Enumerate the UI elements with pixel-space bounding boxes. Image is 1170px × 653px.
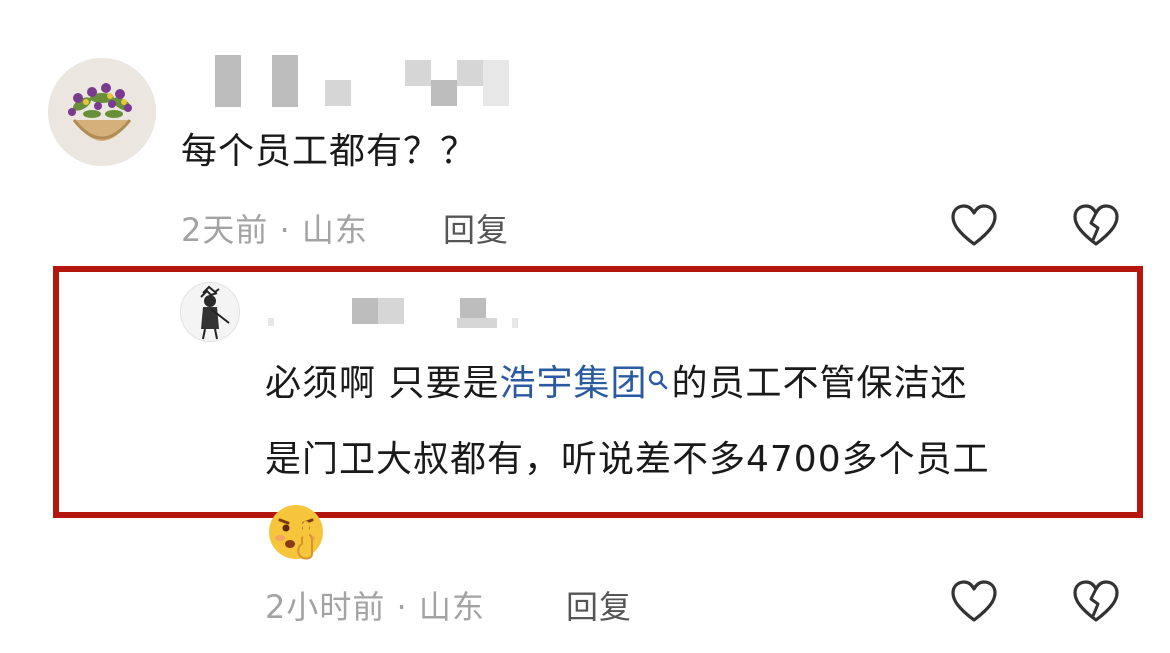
- location: 山东: [301, 211, 368, 249]
- avatar[interactable]: [48, 58, 156, 166]
- like-button[interactable]: [948, 200, 1000, 252]
- comment-text-line1: 必须啊 只要是浩宇集团 的员工不管保洁还: [265, 362, 967, 406]
- comment-text-line2: 是门卫大叔都有，听说差不多4700多个员工: [265, 439, 990, 480]
- comment-text-suffix: 的员工不管保洁还: [671, 363, 968, 404]
- dislike-button[interactable]: [1070, 200, 1122, 252]
- like-button[interactable]: [948, 576, 1000, 628]
- entity-search-link[interactable]: 浩宇集团: [499, 363, 671, 404]
- avatar[interactable]: [180, 282, 240, 342]
- comment-meta: 2小时前 · 山东: [265, 582, 485, 628]
- comment-text: 每个员工都有？？: [181, 131, 478, 172]
- timestamp: 2小时前: [265, 588, 386, 626]
- sketch-figure-avatar-icon: [181, 283, 239, 341]
- reply-button[interactable]: 回复: [443, 205, 509, 251]
- search-icon: [647, 358, 669, 402]
- heart-outline-icon: [951, 580, 997, 622]
- timestamp: 2天前: [181, 211, 269, 249]
- meta-separator: ·: [396, 588, 408, 626]
- broken-heart-icon: [1073, 204, 1119, 246]
- reply-button[interactable]: 回复: [566, 582, 632, 628]
- meta-separator: ·: [279, 211, 291, 249]
- comment-text-prefix: 必须啊 只要是: [265, 363, 500, 404]
- comment-meta: 2天前 · 山东: [181, 205, 368, 251]
- flower-basket-avatar-icon: [48, 58, 156, 166]
- location: 山东: [418, 588, 485, 626]
- heart-outline-icon: [951, 204, 997, 246]
- link-text: 浩宇集团: [499, 363, 648, 404]
- broken-heart-icon: [1073, 580, 1119, 622]
- dislike-button[interactable]: [1070, 576, 1122, 628]
- shushing-face-emoji: [266, 502, 328, 562]
